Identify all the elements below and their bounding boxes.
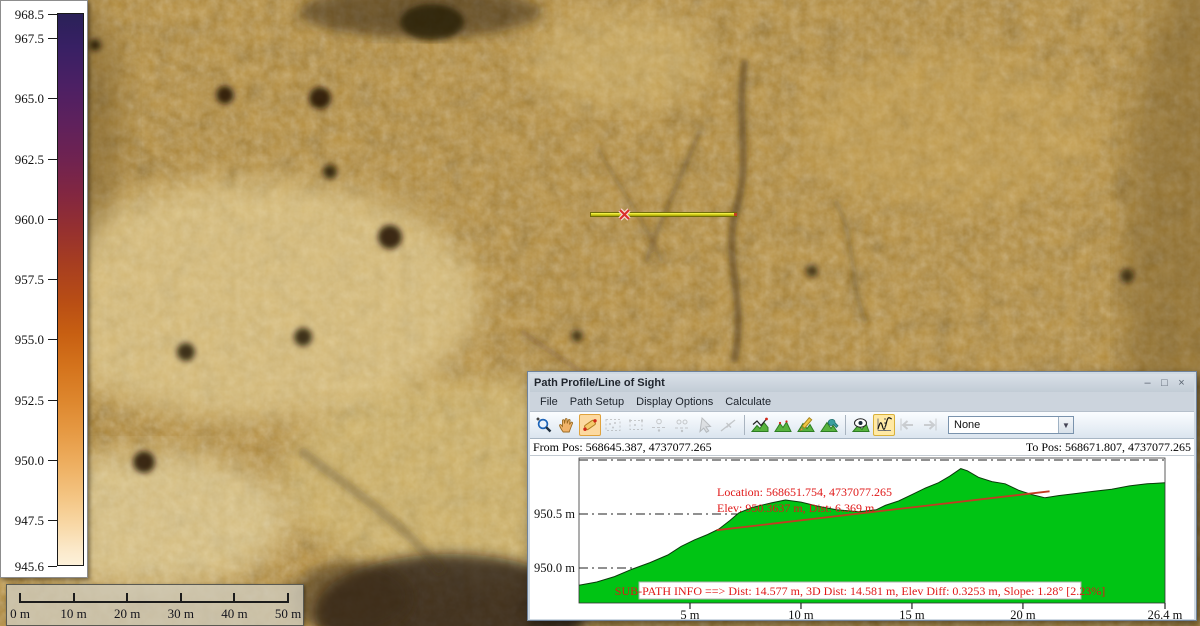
annotation-elevation: Elev: 950.3637 m, Dist: 6.369 m [717, 501, 875, 515]
x-axis-label: 10 m [788, 608, 814, 619]
legend-tick [48, 159, 57, 160]
center-point-icon[interactable] [648, 414, 670, 436]
pointer-select-icon[interactable] [694, 414, 716, 436]
legend-tick [48, 279, 57, 280]
subpath-dropdown[interactable]: None ▼ [948, 416, 1074, 434]
next-subpath-icon[interactable] [919, 414, 941, 436]
legend-tick [48, 98, 57, 99]
sketch-path-icon[interactable] [795, 414, 817, 436]
profile-chart-area[interactable]: 950.5 m 950.0 m 5 m 10 m 15 m 20 m 26.4 m Locat… [530, 456, 1194, 619]
scale-tick [126, 593, 128, 603]
map-scale-bar: 0 m10 m20 m30 m40 m50 m [6, 584, 304, 626]
elevation-legend: 968.5 967.5 965.0 962.5 960.0 957.5 955.0 952.5… [0, 0, 88, 578]
path-line[interactable] [590, 212, 737, 217]
scale-tick-label: 30 m [159, 606, 203, 622]
elevation-gradient-bar [57, 13, 84, 566]
scale-tick-label: 0 m [0, 606, 42, 622]
x-axis-label: 20 m [1010, 608, 1036, 619]
prev-subpath-icon[interactable] [896, 414, 918, 436]
annotation-location: Location: 568651.754, 4737077.265 [717, 485, 892, 499]
legend-tick-label: 967.5 [0, 32, 44, 45]
subpath-dropdown-value: None [949, 419, 1058, 431]
select-points-icon[interactable] [625, 414, 647, 436]
x-axis-label: 26.4 m [1148, 608, 1183, 619]
legend-tick [48, 520, 57, 521]
legend-tick [48, 460, 57, 461]
menu-calculate[interactable]: Calculate [719, 394, 777, 410]
pick-location-tool-icon[interactable] [579, 414, 601, 436]
legend-tick-label: 952.5 [0, 394, 44, 407]
legend-tick-label: 965.0 [0, 92, 44, 105]
y-axis-label: 950.5 m [534, 507, 575, 521]
legend-tick [48, 219, 57, 220]
pan-tool-icon[interactable] [556, 414, 578, 436]
legend-tick-label: 968.5 [0, 8, 44, 21]
subpath-info-text: SUB-PATH INFO ==> Dist: 14.577 m, 3D Dis… [615, 584, 1105, 598]
legend-tick-label: 947.5 [0, 514, 44, 527]
viewshed-icon[interactable] [850, 414, 872, 436]
legend-tick [48, 14, 57, 15]
scale-tick-label: 40 m [212, 606, 256, 622]
close-button[interactable]: × [1173, 376, 1190, 390]
toolbar-separator [744, 415, 745, 435]
legend-tick-label: 960.0 [0, 213, 44, 226]
scale-tick [233, 593, 235, 603]
terrain-tools-icon[interactable] [818, 414, 840, 436]
path-profile-window: Path Profile/Line of Sight –□× FilePath … [527, 371, 1197, 621]
scale-tick-label: 50 m [266, 606, 310, 622]
y-axis-label: 950.0 m [534, 561, 575, 575]
window-title-bar[interactable]: Path Profile/Line of Sight –□× [530, 374, 1194, 392]
legend-tick [48, 38, 57, 39]
menu-display-options[interactable]: Display Options [630, 394, 719, 410]
legend-tick [48, 339, 57, 340]
path-end-marker [734, 213, 737, 216]
legend-tick-label: 945.6 [0, 560, 44, 573]
center-point-alt-icon[interactable] [671, 414, 693, 436]
scale-tick [19, 593, 21, 603]
legend-tick-label: 957.5 [0, 273, 44, 286]
scale-tick-label: 10 m [52, 606, 96, 622]
minimize-button[interactable]: – [1139, 376, 1156, 390]
legend-tick [48, 400, 57, 401]
segment-select-icon[interactable] [717, 414, 739, 436]
scale-bar-line [19, 601, 287, 603]
toolbar: None ▼ [530, 412, 1194, 439]
scale-tick [73, 593, 75, 603]
toolbar-separator [845, 415, 846, 435]
path-profile-icon[interactable] [749, 414, 771, 436]
maximize-button[interactable]: □ [1156, 376, 1173, 390]
from-position: From Pos: 568645.387, 4737077.265 [533, 440, 1026, 455]
window-title: Path Profile/Line of Sight [534, 377, 1139, 389]
legend-tick [48, 566, 57, 567]
legend-tick-label: 962.5 [0, 153, 44, 166]
x-axis-label: 15 m [899, 608, 925, 619]
to-position: To Pos: 568671.807, 4737077.265 [1026, 440, 1191, 455]
menu-file[interactable]: File [534, 394, 564, 410]
application-viewport: 968.5 967.5 965.0 962.5 960.0 957.5 955.0 952.5… [0, 0, 1200, 626]
x-axis-label: 5 m [680, 608, 699, 619]
position-row: From Pos: 568645.387, 4737077.265 To Pos… [530, 439, 1194, 456]
terrain-peaks-icon[interactable] [772, 414, 794, 436]
menu-path-setup[interactable]: Path Setup [564, 394, 630, 410]
zoom-tool-icon[interactable] [533, 414, 555, 436]
menu-bar: FilePath SetupDisplay OptionsCalculate [530, 392, 1194, 412]
scale-tick [287, 593, 289, 603]
profile-chart-svg[interactable]: 950.5 m 950.0 m 5 m 10 m 15 m 20 m 26.4 m Locat… [530, 456, 1192, 619]
scale-tick [180, 593, 182, 603]
legend-tick-label: 955.0 [0, 333, 44, 346]
select-region-icon[interactable] [602, 414, 624, 436]
scale-tick-label: 20 m [105, 606, 149, 622]
legend-tick-label: 950.0 [0, 454, 44, 467]
path-location-marker-icon[interactable] [618, 208, 631, 221]
profile-chart-icon[interactable] [873, 414, 895, 436]
dropdown-arrow-icon[interactable]: ▼ [1058, 417, 1073, 433]
